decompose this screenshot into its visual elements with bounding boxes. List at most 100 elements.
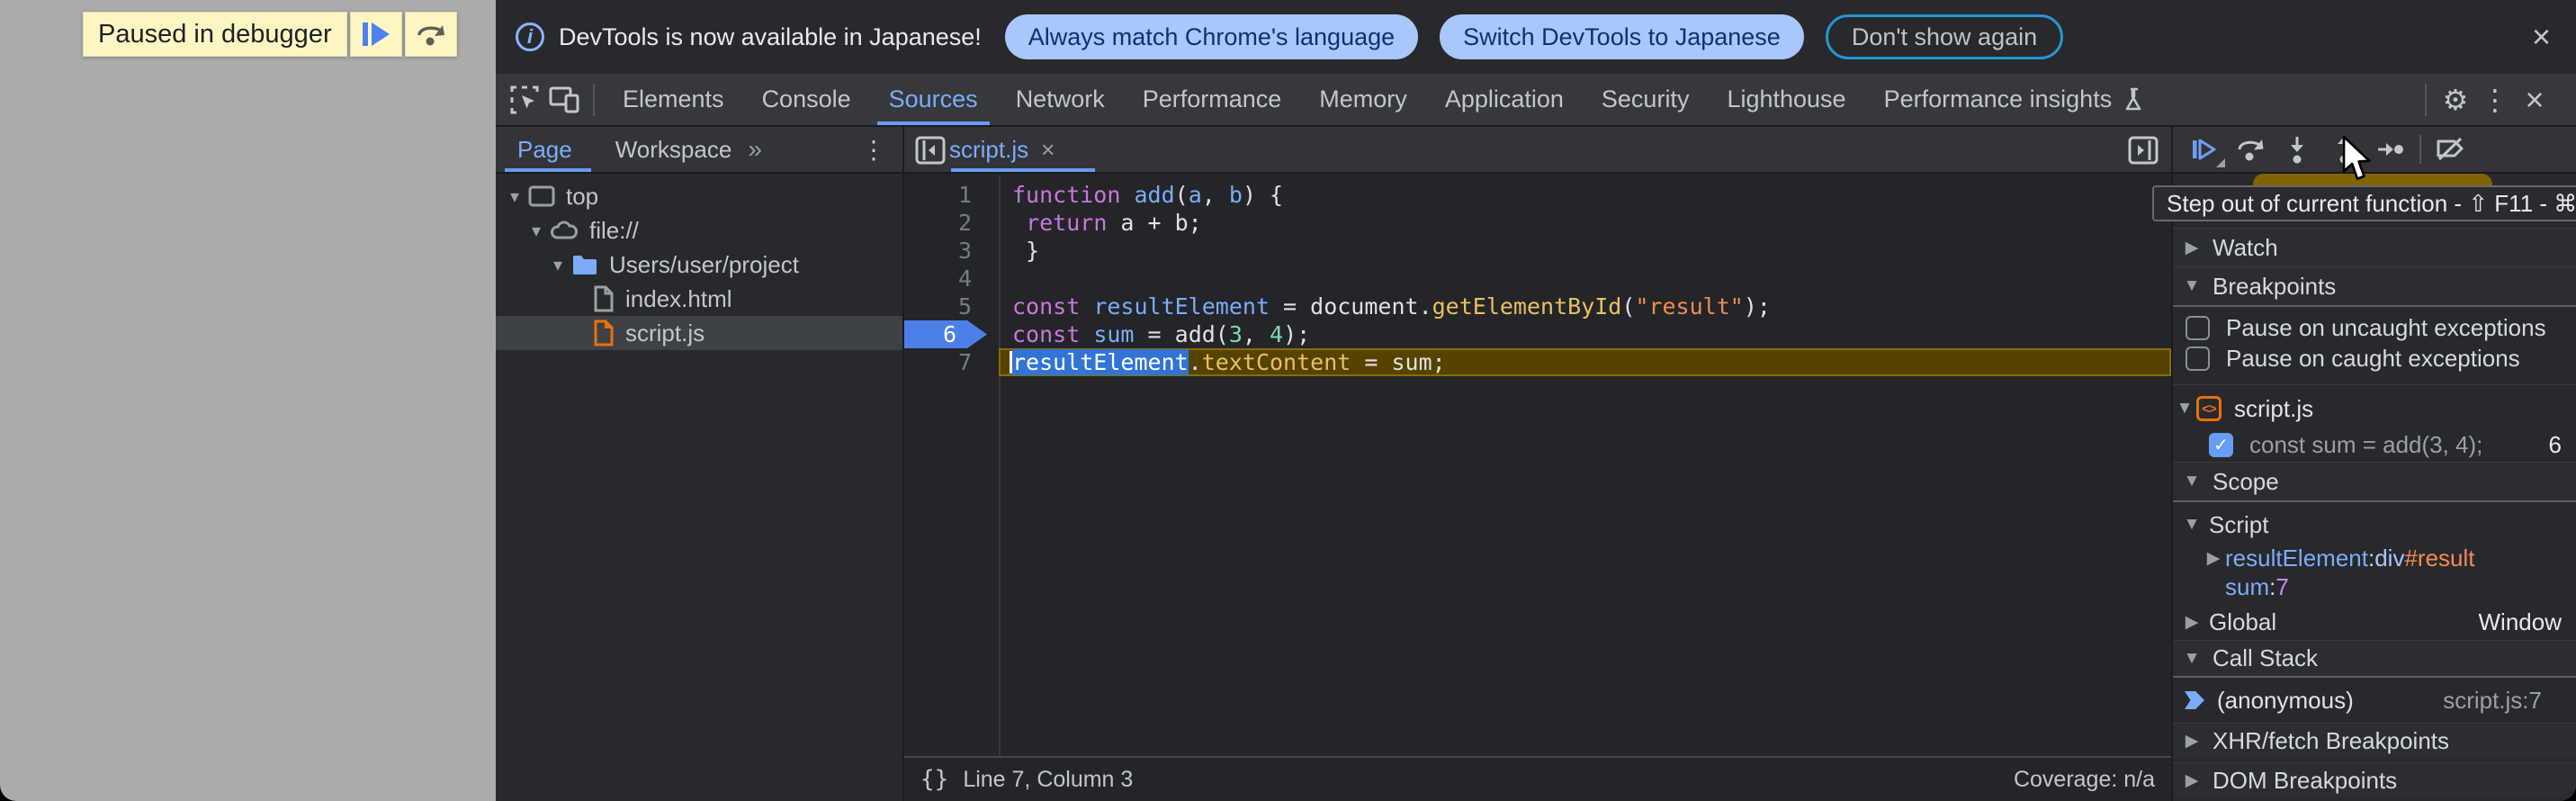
scope-var-resultElement[interactable]: ▶ resultElement: div#result <box>2173 544 2576 572</box>
resume-script-button[interactable] <box>350 12 402 57</box>
code-lines: 1function add(a, b) {2 return a + b;3 }4… <box>904 176 2171 376</box>
section-call-stack[interactable]: ▼ Call Stack <box>2173 640 2576 678</box>
step-out-tooltip: Step out of current function - ⇧ F11 - ⌘… <box>2152 185 2576 221</box>
breakpoint-line-number: 6 <box>2549 431 2562 459</box>
resume-button[interactable] <box>2180 130 2227 169</box>
mouse-cursor <box>2339 135 2375 184</box>
line-number[interactable]: 3 <box>904 237 999 265</box>
settings-gear-icon[interactable]: ⚙ <box>2436 80 2475 120</box>
section-scope[interactable]: ▼ Scope <box>2173 462 2576 502</box>
folder-icon <box>571 253 598 276</box>
step-over-button[interactable] <box>2227 130 2274 169</box>
line-number[interactable]: 2 <box>904 209 999 237</box>
collapsed-arrow-icon[interactable]: ▶ <box>2180 731 2204 752</box>
code-line-5: 5const resultElement = document.getEleme… <box>904 292 2171 320</box>
tree-item-project-folder[interactable]: ▾ Users/user/project <box>496 248 902 282</box>
scope-script-group[interactable]: ▼ Script <box>2173 510 2576 539</box>
pause-caught-checkbox[interactable] <box>2186 346 2210 371</box>
line-number[interactable]: 7 <box>904 348 999 376</box>
tab-application[interactable]: Application <box>1426 74 1583 125</box>
step-into-button[interactable] <box>2274 130 2320 169</box>
tab-network[interactable]: Network <box>997 74 1124 125</box>
expanded-arrow-icon[interactable]: ▼ <box>2173 399 2196 418</box>
code-text: return a + b; <box>999 209 2171 237</box>
collapsed-arrow-icon[interactable]: ▶ <box>2180 612 2204 633</box>
step-over-banner-button[interactable] <box>405 12 457 57</box>
pause-uncaught-checkbox[interactable] <box>2186 316 2210 340</box>
code-editor[interactable]: 1function add(a, b) {2 return a + b;3 }4… <box>904 176 2171 756</box>
infobar-message: DevTools is now available in Japanese! <box>559 23 982 51</box>
pause-caught-row: Pause on caught exceptions <box>2173 343 2576 374</box>
navigator-overflow-icon[interactable]: » <box>748 135 762 164</box>
tree-item-top[interactable]: ▾ top <box>496 179 902 213</box>
inspect-element-button[interactable] <box>505 80 544 120</box>
breakpoint-file-group[interactable]: ▼ <> script.js <box>2173 392 2576 426</box>
call-stack-frame[interactable]: (anonymous) script.js:7 <box>2173 683 2576 717</box>
expanded-arrow-icon[interactable]: ▼ <box>2180 276 2204 296</box>
expand-arrow-icon[interactable]: ▾ <box>505 185 525 208</box>
tab-security[interactable]: Security <box>1583 74 1709 125</box>
tab-sources[interactable]: Sources <box>870 74 997 125</box>
switch-to-japanese-button[interactable]: Switch DevTools to Japanese <box>1440 14 1804 59</box>
tab-memory[interactable]: Memory <box>1300 74 1426 125</box>
section-xhr-breakpoints[interactable]: ▶ XHR/fetch Breakpoints <box>2173 723 2576 759</box>
script-file-icon: <> <box>2196 396 2221 421</box>
code-text: function add(a, b) { <box>999 181 2171 209</box>
breakpoint-marker[interactable]: 6 <box>904 320 987 348</box>
tree-item-file-protocol[interactable]: ▾ file:// <box>496 213 902 248</box>
paused-banner-label-segment: Paused in debugger <box>83 12 347 57</box>
paused-banner-label: Paused in debugger <box>98 20 332 50</box>
breakpoint-entry[interactable]: ✓ const sum = add(3, 4); 6 <box>2173 428 2576 462</box>
expand-arrow-icon[interactable]: ▾ <box>548 254 568 276</box>
line-number[interactable]: 5 <box>904 292 999 320</box>
editor-pane: script.js × 1function add(a, b) {2 retur… <box>904 127 2171 801</box>
expanded-arrow-icon[interactable]: ▼ <box>2180 472 2204 491</box>
toggle-device-toolbar-button[interactable] <box>544 80 584 120</box>
tab-close-icon[interactable]: × <box>1041 136 1055 164</box>
section-dom-breakpoints[interactable]: ▶ DOM Breakpoints <box>2173 762 2576 798</box>
breakpoint-checkbox[interactable]: ✓ <box>2209 433 2233 457</box>
editor-tab-script-js[interactable]: script.js × <box>946 126 1058 173</box>
more-options-icon[interactable]: ⋮ <box>2475 80 2515 120</box>
expand-arrow-icon[interactable]: ▾ <box>526 220 546 242</box>
tab-performance[interactable]: Performance <box>1124 74 1301 125</box>
line-number[interactable]: 1 <box>904 181 999 209</box>
section-watch[interactable]: ▶ Watch <box>2173 228 2576 266</box>
collapsed-arrow-icon[interactable]: ▶ <box>2202 548 2225 569</box>
navigator-more-icon[interactable]: ⋮ <box>861 135 886 165</box>
always-match-language-button[interactable]: Always match Chrome's language <box>1005 14 1418 59</box>
tab-elements[interactable]: Elements <box>604 74 743 125</box>
info-icon: i <box>516 22 544 51</box>
tab-performance-insights[interactable]: Performance insights <box>1865 74 2166 125</box>
code-text: } <box>999 237 2171 265</box>
navigator-tab-page[interactable]: Page <box>507 136 583 164</box>
collapse-left-panel-icon[interactable] <box>915 136 946 165</box>
frame-icon <box>528 185 555 207</box>
navigator-tab-workspace[interactable]: Workspace <box>605 136 743 164</box>
pretty-print-icon[interactable]: {} <box>920 766 948 793</box>
tree-item-script-js[interactable]: script.js <box>496 316 902 350</box>
show-right-panel-icon[interactable] <box>2128 136 2159 165</box>
cursor-position: Line 7, Column 3 <box>963 767 1133 793</box>
collapsed-arrow-icon[interactable]: ▶ <box>2180 770 2204 791</box>
sources-panel: Page Workspace » ⋮ ▾ top ▾ <box>496 127 2576 801</box>
paused-in-debugger-banner: Paused in debugger <box>83 12 457 57</box>
tab-lighthouse[interactable]: Lighthouse <box>1708 74 1864 125</box>
expanded-arrow-icon[interactable]: ▼ <box>2180 515 2204 535</box>
coverage-status: Coverage: n/a <box>2014 767 2155 793</box>
line-number[interactable]: 4 <box>904 265 999 292</box>
step-over-icon <box>416 21 446 48</box>
tree-item-index-html[interactable]: index.html <box>496 282 902 316</box>
close-devtools-icon[interactable]: × <box>2515 80 2554 120</box>
dont-show-again-button[interactable]: Don't show again <box>1826 14 2063 59</box>
deactivate-breakpoints-button[interactable] <box>2427 130 2473 169</box>
code-line-1: 1function add(a, b) { <box>904 181 2171 209</box>
tab-console[interactable]: Console <box>743 74 870 125</box>
section-breakpoints[interactable]: ▼ Breakpoints <box>2173 266 2576 307</box>
collapsed-arrow-icon[interactable]: ▶ <box>2180 238 2204 258</box>
page-background <box>0 0 496 801</box>
scope-global-group[interactable]: ▶ Global Window <box>2173 608 2576 636</box>
infobar-close-icon[interactable]: × <box>2532 22 2551 52</box>
code-line-6: 6const sum = add(3, 4); <box>904 320 2171 348</box>
expanded-arrow-icon[interactable]: ▼ <box>2180 649 2204 669</box>
